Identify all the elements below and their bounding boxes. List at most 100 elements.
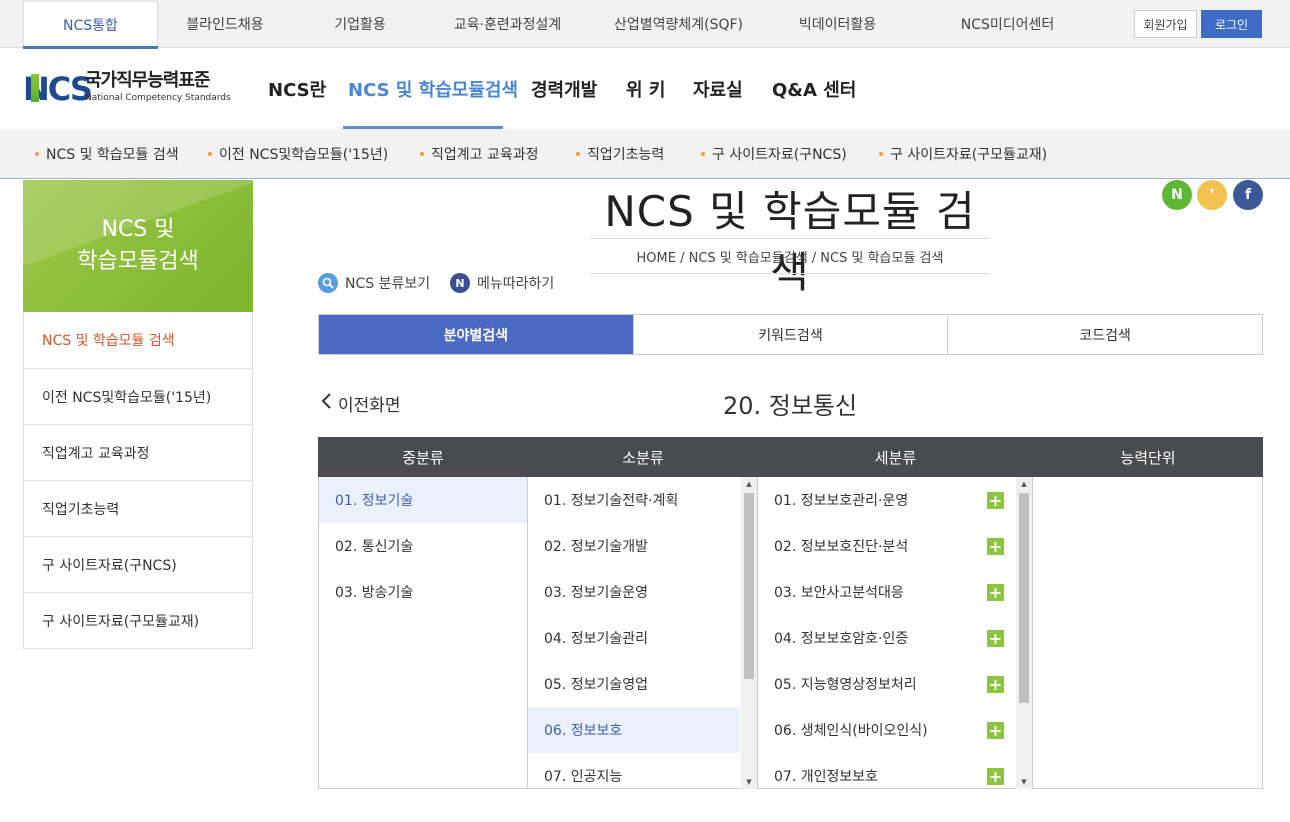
- small-list-scrollbar[interactable]: ▲ ▼: [741, 477, 757, 789]
- search-tabs: 분야별검색 키워드검색 코드검색: [318, 314, 1263, 355]
- scroll-down-icon[interactable]: ▼: [1016, 775, 1032, 789]
- small-category-list: 01. 정보기술전략·계획 02. 정보기술개발 03. 정보기술운영 04. …: [528, 477, 758, 789]
- gnb-qna[interactable]: Q&A 센터: [772, 49, 856, 129]
- menu-follow-link[interactable]: N 메뉴따라하기: [450, 271, 554, 295]
- gnb-wiki[interactable]: 위 키: [626, 49, 665, 129]
- scroll-thumb[interactable]: [744, 493, 754, 679]
- naver-icon: N: [450, 273, 470, 293]
- kakao-share-icon[interactable]: ❜: [1197, 180, 1227, 210]
- small-item-4[interactable]: 04. 정보기술관리: [528, 615, 740, 661]
- logo-bar-icon: [31, 74, 39, 102]
- tab-field-search[interactable]: 분야별검색: [319, 315, 633, 354]
- logo-english-text: National Competency Standards: [85, 93, 231, 103]
- bullet-icon: [701, 152, 705, 156]
- mid-item-1[interactable]: 01. 정보기술: [319, 477, 527, 523]
- header-small: 소분류: [622, 448, 664, 467]
- expand-plus-icon[interactable]: +: [987, 538, 1004, 555]
- lnb-item-prev-ncs[interactable]: 이전 NCS및학습모듈('15년): [24, 368, 252, 424]
- chevron-left-icon: [320, 391, 332, 415]
- lnb-item-vocational[interactable]: 직업계고 교육과정: [24, 424, 252, 480]
- expand-plus-icon[interactable]: +: [987, 722, 1004, 739]
- top-tab-ncs[interactable]: NCS통합: [23, 0, 158, 49]
- subnav-item-search[interactable]: NCS 및 학습모듈 검색: [35, 129, 179, 179]
- breadcrumb: HOME / NCS 및 학습모듈검색 / NCS 및 학습모듈 검색: [590, 238, 990, 274]
- logo-mark: NCS: [23, 70, 93, 108]
- logo-korean-text: 국가직무능력표준: [85, 70, 210, 91]
- unit-list: [1033, 477, 1262, 789]
- top-tab-blind[interactable]: 블라인드채용: [165, 0, 285, 48]
- gnb-library[interactable]: 자료실: [693, 49, 743, 129]
- detail-item-4[interactable]: 04. 정보보호암호·인증: [758, 615, 1016, 661]
- small-item-7[interactable]: 07. 인공지능: [528, 753, 740, 789]
- bullet-icon: [208, 152, 212, 156]
- detail-category-list: 01. 정보보호관리·운영 02. 정보보호진단·분석 03. 보안사고분석대응…: [758, 477, 1033, 789]
- detail-item-5[interactable]: 05. 지능형영상정보처리: [758, 661, 1016, 707]
- small-item-5[interactable]: 05. 정보기술영업: [528, 661, 740, 707]
- small-item-3[interactable]: 03. 정보기술운영: [528, 569, 740, 615]
- search-icon: [318, 273, 338, 293]
- scroll-down-icon[interactable]: ▼: [741, 775, 757, 789]
- scroll-thumb[interactable]: [1019, 493, 1029, 703]
- mid-item-2[interactable]: 02. 통신기술: [319, 523, 527, 569]
- small-item-1[interactable]: 01. 정보기술전략·계획: [528, 477, 740, 523]
- facebook-share-icon[interactable]: f: [1233, 180, 1263, 210]
- classification-table: 중분류 소분류 세분류 능력단위 01. 정보기술 02. 통신기술 03. 방…: [318, 437, 1263, 789]
- top-tab-media[interactable]: NCS미디어센터: [915, 0, 1100, 48]
- join-button[interactable]: 회원가입: [1134, 10, 1197, 38]
- header-detail: 세분류: [874, 448, 917, 467]
- detail-item-2[interactable]: 02. 정보보호진단·분석: [758, 523, 1016, 569]
- top-tab-sqf[interactable]: 산업별역량체계(SQF): [600, 0, 757, 48]
- scroll-up-icon[interactable]: ▲: [1016, 477, 1032, 491]
- top-tab-bigdata[interactable]: 빅데이터활용: [770, 0, 905, 48]
- header: NCS 국가직무능력표준 National Competency Standar…: [0, 49, 1290, 129]
- expand-plus-icon[interactable]: +: [987, 492, 1004, 509]
- expand-plus-icon[interactable]: +: [987, 630, 1004, 647]
- section-title: 20. 정보통신: [722, 392, 858, 420]
- lnb-item-old-ncs[interactable]: 구 사이트자료(구NCS): [24, 536, 252, 592]
- subnav-item-basic[interactable]: 직업기초능력: [576, 129, 664, 179]
- back-button[interactable]: 이전화면: [320, 391, 401, 416]
- gnb-ncs-intro[interactable]: NCS란: [268, 49, 326, 129]
- gnb-career[interactable]: 경력개발: [531, 49, 597, 129]
- subnav-item-vocational[interactable]: 직업계고 교육과정: [420, 129, 539, 179]
- subnav-item-prev-ncs[interactable]: 이전 NCS및학습모듈('15년): [208, 129, 388, 179]
- tab-code-search[interactable]: 코드검색: [947, 315, 1263, 354]
- lnb-item-old-module[interactable]: 구 사이트자료(구모듈교재): [24, 592, 252, 648]
- gnb-ncs-search[interactable]: NCS 및 학습모듈검색: [348, 49, 518, 129]
- expand-plus-icon[interactable]: +: [987, 676, 1004, 693]
- top-bar: NCS통합 블라인드채용 기업활용 교육·훈련과정설계 산업별역량체계(SQF)…: [0, 0, 1290, 49]
- header-mid: 중분류: [402, 448, 444, 467]
- ncs-classify-link[interactable]: NCS 분류보기: [318, 271, 430, 295]
- header-unit: 능력단위: [1120, 448, 1176, 467]
- small-item-6[interactable]: 06. 정보보호: [528, 707, 740, 753]
- detail-item-7[interactable]: 07. 개인정보보호: [758, 753, 1016, 789]
- tab-keyword-search[interactable]: 키워드검색: [632, 315, 948, 354]
- bullet-icon: [576, 152, 580, 156]
- scroll-up-icon[interactable]: ▲: [741, 477, 757, 491]
- expand-plus-icon[interactable]: +: [987, 584, 1004, 601]
- mid-item-3[interactable]: 03. 방송기술: [319, 569, 527, 615]
- lnb-item-basic[interactable]: 직업기초능력: [24, 480, 252, 536]
- lnb-list: NCS 및 학습모듈 검색 이전 NCS및학습모듈('15년) 직업계고 교육과…: [23, 312, 253, 649]
- subnav-item-old-ncs[interactable]: 구 사이트자료(구NCS): [701, 129, 847, 179]
- expand-plus-icon[interactable]: +: [987, 768, 1004, 785]
- top-tab-course[interactable]: 교육·훈련과정설계: [435, 0, 580, 48]
- site-logo[interactable]: NCS 국가직무능력표준 National Competency Standar…: [23, 70, 233, 108]
- naver-share-icon[interactable]: N: [1162, 180, 1192, 210]
- mid-category-list: 01. 정보기술 02. 통신기술 03. 방송기술: [319, 477, 528, 789]
- lnb-item-search[interactable]: NCS 및 학습모듈 검색: [24, 312, 252, 368]
- table-header: 중분류 소분류 세분류 능력단위: [318, 437, 1263, 477]
- detail-item-3[interactable]: 03. 보안사고분석대응: [758, 569, 1016, 615]
- subnav-item-old-module[interactable]: 구 사이트자료(구모듈교재): [879, 129, 1047, 179]
- detail-item-1[interactable]: 01. 정보보호관리·운영: [758, 477, 1016, 523]
- detail-list-scrollbar[interactable]: ▲ ▼: [1016, 477, 1032, 789]
- bullet-icon: [879, 152, 883, 156]
- bullet-icon: [35, 152, 39, 156]
- detail-item-6[interactable]: 06. 생체인식(바이오인식): [758, 707, 1016, 753]
- bullet-icon: [420, 152, 424, 156]
- top-tab-company[interactable]: 기업활용: [300, 0, 420, 48]
- login-button[interactable]: 로그인: [1201, 10, 1262, 38]
- sub-nav: NCS 및 학습모듈 검색 이전 NCS및학습모듈('15년) 직업계고 교육과…: [0, 129, 1290, 179]
- lnb-title: NCS 및 학습모듈검색: [23, 180, 253, 312]
- small-item-2[interactable]: 02. 정보기술개발: [528, 523, 740, 569]
